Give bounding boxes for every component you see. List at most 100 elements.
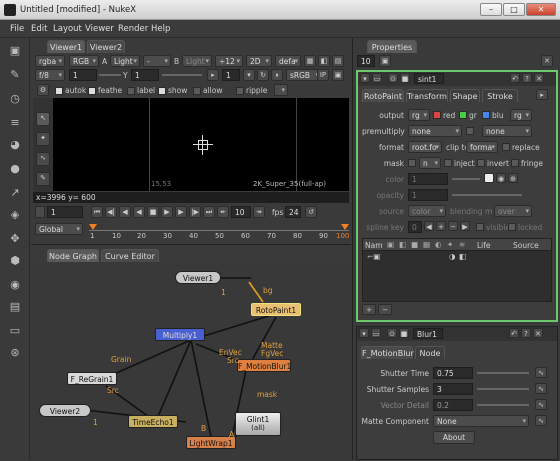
first-frame-icon[interactable]: ⏮ — [91, 206, 103, 218]
animation-menu-icon[interactable]: ∿ — [535, 367, 547, 378]
gain-field[interactable]: 1 — [69, 69, 97, 81]
list-item[interactable]: ⌐▣ ◑ ◧ — [363, 252, 551, 262]
close-panel-icon[interactable]: ✕ — [533, 328, 543, 338]
node-name-field[interactable]: sint1 — [414, 73, 444, 84]
prev-key-icon[interactable]: ◀ — [424, 221, 434, 231]
zero-field[interactable]: 1 — [222, 69, 240, 81]
prev-keyframe-icon[interactable]: ◀| — [105, 206, 117, 218]
transform-icon[interactable]: ✥ — [8, 232, 22, 246]
premultiply-select-2[interactable]: none — [482, 125, 532, 137]
skip-back-icon[interactable]: ↞ — [217, 206, 229, 218]
select-tool-icon[interactable]: ↖ — [36, 112, 50, 126]
help-icon[interactable]: ? — [522, 73, 532, 83]
furnace-icon[interactable]: ⊛ — [8, 346, 22, 360]
channel-display-select[interactable]: RGB — [69, 55, 99, 67]
range-mode-select[interactable]: Global — [35, 223, 83, 235]
tab-f-motionblur[interactable]: F_MotionBlur — [361, 346, 414, 359]
guide-icon[interactable]: ▦ — [304, 55, 316, 67]
center-icon[interactable]: ⊙ — [387, 328, 397, 338]
time-icon[interactable]: ◷ — [8, 92, 22, 106]
max-panels-field[interactable]: 10 — [357, 55, 375, 67]
playhead-start-icon[interactable] — [89, 224, 97, 230]
timeline[interactable]: 1 10 20 30 40 50 60 70 80 90 100 — [89, 222, 349, 240]
compare-select[interactable]: - — [143, 55, 171, 67]
float-icon[interactable]: ▭ — [371, 328, 381, 338]
tab-curve-editor[interactable]: Curve Editor — [101, 249, 159, 262]
color-slider[interactable] — [452, 178, 480, 180]
skip-forward-icon[interactable]: ↠ — [253, 206, 265, 218]
lut-select[interactable]: defa — [275, 55, 301, 67]
play-forward-icon[interactable]: ▶ — [161, 206, 173, 218]
tab-shape[interactable]: Shape — [450, 89, 480, 102]
premult-alpha-checkbox[interactable] — [466, 127, 474, 135]
output-select[interactable]: rg — [408, 109, 430, 121]
color-swatch[interactable] — [484, 173, 494, 183]
node-merge[interactable]: Multiply1 — [155, 328, 205, 341]
bezier-tool-icon[interactable]: ∿ — [36, 152, 50, 166]
color-field[interactable]: 1 — [408, 173, 448, 185]
playhead-end-icon[interactable] — [341, 224, 349, 230]
premultiply-select[interactable]: none — [408, 125, 462, 137]
gamma-slider[interactable] — [162, 74, 202, 76]
menu-help[interactable]: Help — [151, 24, 170, 34]
ripple-checkbox[interactable] — [236, 87, 244, 95]
node-timeecho[interactable]: TimeEcho1 — [128, 415, 178, 428]
delete-key-icon[interactable]: − — [448, 221, 458, 231]
node-name-field[interactable]: Blur1 — [413, 328, 443, 339]
label-checkbox[interactable] — [127, 87, 135, 95]
add-layer-button[interactable]: + — [362, 304, 376, 315]
about-button[interactable]: About — [433, 431, 475, 444]
node-viewer1[interactable]: Viewer1 — [175, 271, 221, 284]
close-button[interactable]: ✕ — [526, 3, 556, 16]
views-icon[interactable]: ◉ — [8, 278, 22, 292]
minimize-button[interactable]: – — [480, 3, 502, 16]
show-checkbox[interactable] — [158, 87, 166, 95]
playback-mode-icon[interactable]: ▾ — [243, 69, 255, 81]
step-field[interactable]: 10 — [231, 206, 251, 218]
next-key-icon[interactable]: ▶ — [460, 221, 470, 231]
revert-icon[interactable]: ↶ — [509, 328, 519, 338]
other-icon[interactable]: ▭ — [8, 324, 22, 338]
clip-warning-icon[interactable]: ▸ — [207, 69, 219, 81]
remove-layer-button[interactable]: − — [378, 304, 392, 315]
close-all-icon[interactable]: ✕ — [541, 55, 553, 67]
play-back-icon[interactable]: ◀ — [133, 206, 145, 218]
tab-viewer2[interactable]: Viewer2 — [87, 40, 125, 53]
node-regrain[interactable]: F_ReGrain1 — [67, 372, 117, 385]
alpha-select[interactable]: rg — [510, 109, 532, 121]
opacity-slider[interactable] — [452, 194, 522, 196]
filter-icon[interactable]: ● — [8, 162, 22, 176]
menu-viewer[interactable]: Viewer — [85, 24, 114, 34]
opacity-field[interactable]: 1 — [408, 189, 448, 201]
menu-render[interactable]: Render — [118, 24, 148, 34]
tab-node-graph[interactable]: Node Graph — [47, 249, 99, 262]
shutter-time-slider[interactable] — [477, 372, 529, 374]
next-frame-icon[interactable]: ▶ — [175, 206, 187, 218]
gain-slider[interactable] — [99, 74, 121, 76]
help-icon[interactable]: ? — [521, 328, 531, 338]
fstop-select[interactable]: f/8 — [35, 69, 65, 81]
next-keyframe-icon[interactable]: |▶ — [189, 206, 201, 218]
animation-menu-icon[interactable]: ∿ — [535, 415, 547, 426]
node-motionblur[interactable]: F_MotionBlur1 — [237, 359, 291, 372]
color-icon[interactable]: ◕ — [8, 138, 22, 152]
revert-icon[interactable]: ↶ — [510, 73, 520, 83]
mask-icon[interactable]: ◧ — [318, 55, 330, 67]
metadata-icon[interactable]: ▤ — [8, 300, 22, 314]
points-tool-icon[interactable]: ✦ — [36, 132, 50, 146]
viewer-canvas[interactable]: 15,53 2K_Super_35(full-ap) — [53, 98, 349, 191]
color-swatch-icon[interactable]: ■ — [399, 328, 409, 338]
menu-file[interactable]: File — [10, 24, 24, 34]
invert-checkbox[interactable] — [477, 159, 485, 167]
image-icon[interactable]: ▣ — [8, 44, 22, 58]
mask-select[interactable]: n — [419, 157, 441, 169]
tab-rotopaint[interactable]: RotoPaint — [362, 89, 404, 102]
crosshair-icon[interactable] — [193, 135, 213, 155]
refresh-icon[interactable]: ↻ — [257, 69, 269, 81]
locked-checkbox[interactable] — [508, 223, 516, 231]
color-picker-icon[interactable]: ⊕ — [508, 173, 518, 183]
shutter-samples-field[interactable]: 3 — [433, 383, 473, 395]
prev-frame-icon[interactable]: ◀ — [119, 206, 131, 218]
fringe-checkbox[interactable] — [511, 159, 519, 167]
source-select[interactable]: color — [408, 205, 446, 217]
